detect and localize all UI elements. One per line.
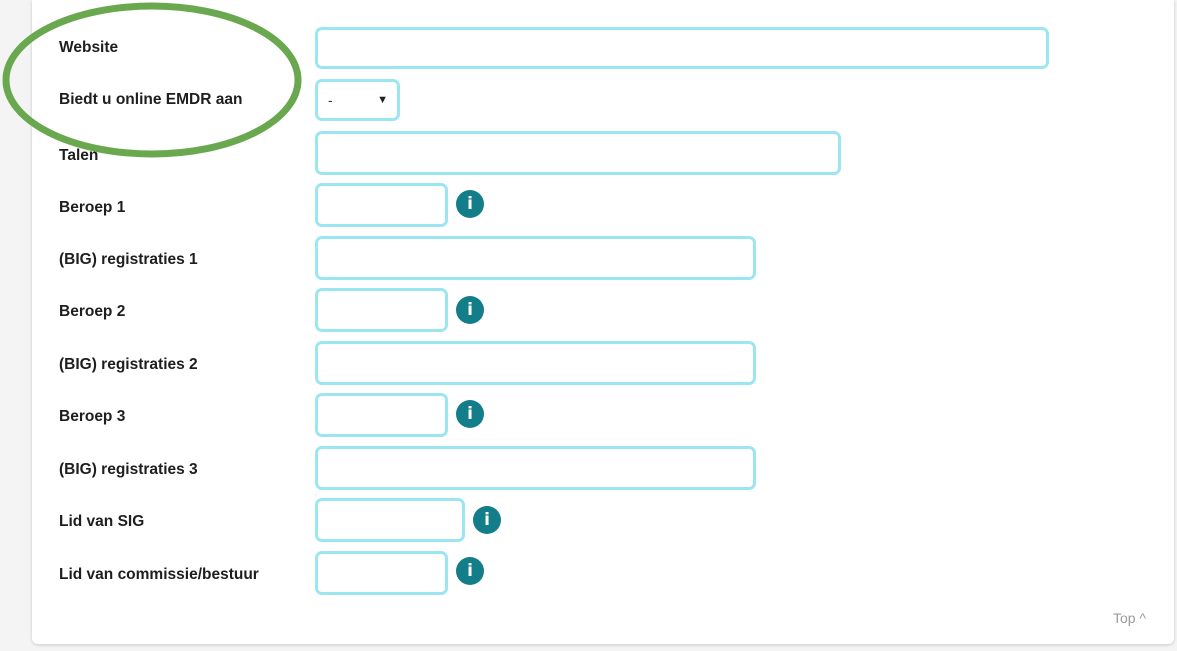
beroep-3-input[interactable] — [315, 393, 448, 437]
big-registraties-2-label: (BIG) registraties 2 — [59, 356, 198, 373]
lid-van-sig-label: Lid van SIG — [59, 513, 145, 530]
online-emdr-select[interactable]: - ▼ — [315, 79, 400, 121]
big-registraties-3-label: (BIG) registraties 3 — [59, 461, 198, 478]
beroep-2-label: Beroep 2 — [59, 303, 126, 320]
form-row-beroep-1: Beroep 1 i — [32, 183, 1174, 229]
chevron-down-icon: ▼ — [377, 94, 388, 106]
lid-van-commissie-input[interactable] — [315, 551, 448, 595]
form-row-website: Website — [32, 27, 1174, 73]
beroep-2-input[interactable] — [315, 288, 448, 332]
talen-input[interactable] — [315, 131, 841, 175]
info-icon-glyph: i — [467, 300, 473, 320]
info-icon-glyph: i — [467, 561, 473, 581]
info-icon-glyph: i — [467, 194, 473, 214]
info-icon[interactable]: i — [456, 296, 484, 324]
beroep-3-label: Beroep 3 — [59, 408, 126, 425]
online-emdr-label: Biedt u online EMDR aan — [59, 91, 243, 108]
website-label: Website — [59, 39, 119, 56]
info-icon-glyph: i — [467, 404, 473, 424]
talen-label: Talen — [59, 147, 99, 164]
info-icon-glyph: i — [484, 510, 490, 530]
info-icon[interactable]: i — [456, 400, 484, 428]
beroep-1-input[interactable] — [315, 183, 448, 227]
big-registraties-1-label: (BIG) registraties 1 — [59, 251, 198, 268]
big-registraties-2-input[interactable] — [315, 341, 756, 385]
lid-van-sig-input[interactable] — [315, 498, 465, 542]
info-icon[interactable]: i — [456, 557, 484, 585]
big-registraties-3-input[interactable] — [315, 446, 756, 490]
info-icon[interactable]: i — [456, 190, 484, 218]
big-registraties-1-input[interactable] — [315, 236, 756, 280]
form-row-big-1: (BIG) registraties 1 — [32, 236, 1174, 282]
form-row-beroep-2: Beroep 2 i — [32, 288, 1174, 334]
form-row-beroep-3: Beroep 3 i — [32, 393, 1174, 439]
website-input[interactable] — [315, 27, 1049, 69]
form-row-talen: Talen — [32, 131, 1174, 177]
form-row-big-2: (BIG) registraties 2 — [32, 341, 1174, 387]
online-emdr-selected-value: - — [328, 92, 333, 108]
form-card: Website Biedt u online EMDR aan - ▼ Tale… — [32, 0, 1174, 644]
form-row-online-emdr: Biedt u online EMDR aan - ▼ — [32, 79, 1174, 125]
form-row-lid-commissie: Lid van commissie/bestuur i — [32, 551, 1174, 597]
beroep-1-label: Beroep 1 — [59, 199, 126, 216]
form-row-big-3: (BIG) registraties 3 — [32, 446, 1174, 492]
lid-van-commissie-label: Lid van commissie/bestuur — [59, 566, 259, 583]
back-to-top-link[interactable]: Top ^ — [1113, 610, 1146, 626]
info-icon[interactable]: i — [473, 506, 501, 534]
form-row-lid-sig: Lid van SIG i — [32, 498, 1174, 544]
